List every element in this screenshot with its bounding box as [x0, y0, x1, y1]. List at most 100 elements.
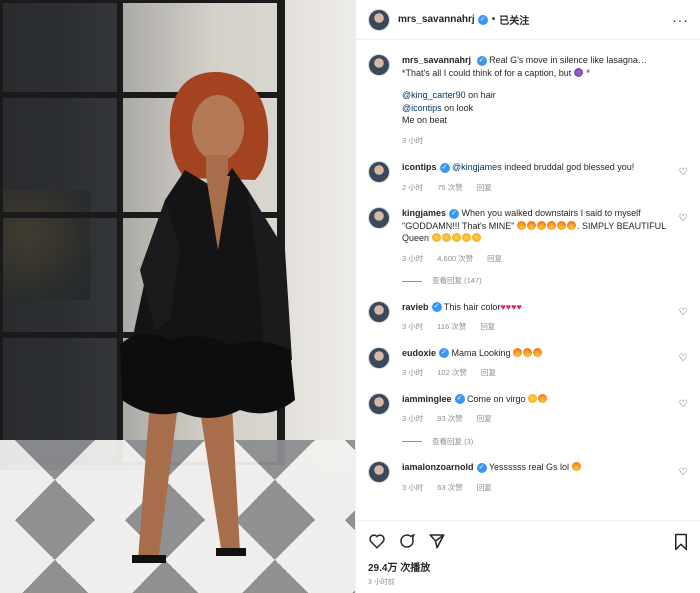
- heart-icon[interactable]: [368, 532, 386, 550]
- post-media[interactable]: [0, 0, 355, 593]
- commenter-avatar[interactable]: [368, 161, 390, 183]
- commenter-username[interactable]: iamminglee: [402, 394, 452, 404]
- commenter-username[interactable]: ravieb: [402, 302, 429, 312]
- emoji-icon: [573, 67, 583, 77]
- fire-emoji-icon: [571, 462, 581, 471]
- comment-likes[interactable]: 63 次赞: [437, 482, 462, 495]
- comment-likes[interactable]: 116 次赞: [437, 321, 466, 334]
- verified-icon: ✓: [476, 55, 487, 66]
- verified-icon: ✓: [449, 208, 460, 219]
- comment-body: eudoxie ✓ Mama Looking 3 小时 102 次赞 回复: [402, 347, 689, 380]
- comment-icon[interactable]: [398, 532, 416, 550]
- view-replies-label: 查看回复 (147): [432, 276, 482, 285]
- author-avatar[interactable]: [368, 54, 390, 76]
- fire-emoji-icon: [513, 347, 523, 357]
- commenter-avatar[interactable]: [368, 207, 390, 229]
- caption-username[interactable]: mrs_savannahrj: [402, 55, 471, 65]
- comment-text: Come on virgo: [467, 393, 529, 404]
- comment-meta: 3 小时 116 次赞 回复: [402, 321, 671, 334]
- action-bar: 29.4万 次播放 3 小时前: [356, 520, 700, 593]
- comment-item: eudoxie ✓ Mama Looking 3 小时 102 次赞 回复 ♡: [368, 346, 689, 380]
- view-replies-label: 查看回复 (3): [432, 436, 474, 446]
- author-username[interactable]: mrs_savannahrj: [398, 14, 475, 25]
- like-heart-icon[interactable]: ♡: [677, 213, 689, 225]
- fire-emoji-icon: [556, 220, 566, 230]
- more-icon[interactable]: ···: [672, 12, 689, 28]
- fire-emoji-icon: [566, 220, 576, 230]
- comment-time: 2 小时: [402, 182, 424, 192]
- mention-link[interactable]: @kingjames: [452, 162, 502, 172]
- credit-text: on hair: [465, 90, 496, 100]
- comment-text: Yessssss real Gs lol: [488, 462, 572, 472]
- comments-list: mrs_savannahrj ✓ Real G's move in silenc…: [356, 40, 700, 520]
- comment-meta: 3 小时 63 次赞 回复: [402, 482, 671, 495]
- like-heart-icon[interactable]: ♡: [677, 353, 689, 365]
- view-replies-button[interactable]: 查看回复 (3): [402, 436, 671, 449]
- reply-button[interactable]: 回复: [487, 253, 502, 266]
- credit-text: Me on beat: [402, 115, 448, 125]
- post-panel: mrs_savannahrj ✓ • 已关注 ··· mrs_savannahr…: [355, 0, 700, 593]
- fire-emoji-icon: [546, 220, 556, 230]
- share-icon[interactable]: [428, 532, 446, 550]
- like-heart-icon[interactable]: ♡: [677, 307, 689, 319]
- credit-handle[interactable]: @king_carter90: [402, 90, 466, 100]
- comment-item: icontips ✓ @kingjames indeed bruddal god …: [368, 161, 689, 194]
- fire-emoji-icon: [533, 347, 543, 357]
- fire-emoji-icon: [516, 220, 526, 230]
- comment-likes[interactable]: 4,600 次赞: [437, 253, 473, 266]
- caption-text-2: *: [586, 67, 590, 78]
- fire-emoji-icon: [538, 393, 548, 403]
- like-heart-icon[interactable]: ♡: [677, 467, 689, 479]
- post-caption: mrs_savannahrj ✓ Real G's move in silenc…: [368, 54, 689, 147]
- comment-body: iamalonzoarnold ✓ Yessssss real Gs lol 3 …: [402, 461, 689, 494]
- reply-button[interactable]: 回复: [480, 321, 495, 334]
- comment-body: ravieb ✓ This hair color♥♥♥♥ 3 小时 116 次赞 回复: [402, 301, 689, 334]
- commenter-username[interactable]: eudoxie: [402, 348, 436, 358]
- verified-icon: ✓: [439, 162, 450, 173]
- comment-item: iamalonzoarnold ✓ Yessssss real Gs lol 3 …: [368, 461, 689, 494]
- fire-emoji-icon: [536, 220, 546, 230]
- view-replies-button[interactable]: 查看回复 (147): [402, 275, 671, 288]
- comment-body: iamminglee ✓ Come on virgo 3 小时 93 次赞 回复 查看回…: [402, 393, 689, 449]
- media-person: [120, 71, 295, 563]
- caption-time: 3 小时: [402, 135, 424, 145]
- bookmark-icon[interactable]: [673, 533, 689, 551]
- reply-button[interactable]: 回复: [477, 413, 492, 426]
- verified-icon: ✓: [439, 348, 450, 359]
- commenter-avatar[interactable]: [368, 461, 390, 483]
- commenter-username[interactable]: icontips: [402, 162, 437, 172]
- comment-time: 3 小时: [402, 414, 424, 423]
- fire-emoji-icon: [523, 347, 533, 357]
- sun-emoji-icon: [431, 233, 441, 242]
- sun-emoji-icon: [451, 233, 461, 242]
- heart-emoji-icon: ♥♥♥♥: [500, 301, 522, 312]
- comment-likes[interactable]: 93 次赞: [437, 413, 462, 426]
- separator-dot: •: [491, 14, 496, 25]
- reply-button[interactable]: 回复: [477, 182, 492, 195]
- verified-icon: ✓: [454, 394, 465, 405]
- reply-button[interactable]: 回复: [477, 482, 492, 495]
- commenter-username[interactable]: iamalonzoarnold: [402, 462, 474, 472]
- credit-handle[interactable]: @icontips: [402, 103, 442, 113]
- comment-meta: 3 小时 4,600 次赞 回复: [402, 253, 671, 266]
- post-header: mrs_savannahrj ✓ • 已关注 ···: [356, 0, 700, 40]
- comment-items: icontips ✓ @kingjames indeed bruddal god …: [368, 161, 689, 494]
- commenter-avatar[interactable]: [368, 392, 390, 415]
- verified-icon: ✓: [431, 302, 442, 313]
- commenter-username[interactable]: kingjames: [402, 208, 446, 218]
- post-time: 3 小时前: [368, 579, 395, 586]
- commenter-avatar[interactable]: [368, 346, 390, 369]
- commenter-avatar[interactable]: [368, 300, 390, 323]
- sun-emoji-icon: [471, 233, 481, 242]
- fire-emoji-icon: [526, 220, 536, 230]
- comment-likes[interactable]: 102 次赞: [437, 367, 467, 380]
- reply-button[interactable]: 回复: [481, 367, 496, 380]
- like-heart-icon[interactable]: ♡: [677, 167, 689, 179]
- comment-time: 3 小时: [402, 322, 424, 331]
- sun-emoji-icon: [528, 393, 538, 403]
- comment-likes[interactable]: 75 次赞: [437, 182, 462, 195]
- sun-emoji-icon: [461, 233, 471, 242]
- author-avatar[interactable]: [368, 8, 390, 31]
- follow-status[interactable]: 已关注: [499, 12, 529, 27]
- like-heart-icon[interactable]: ♡: [677, 399, 689, 411]
